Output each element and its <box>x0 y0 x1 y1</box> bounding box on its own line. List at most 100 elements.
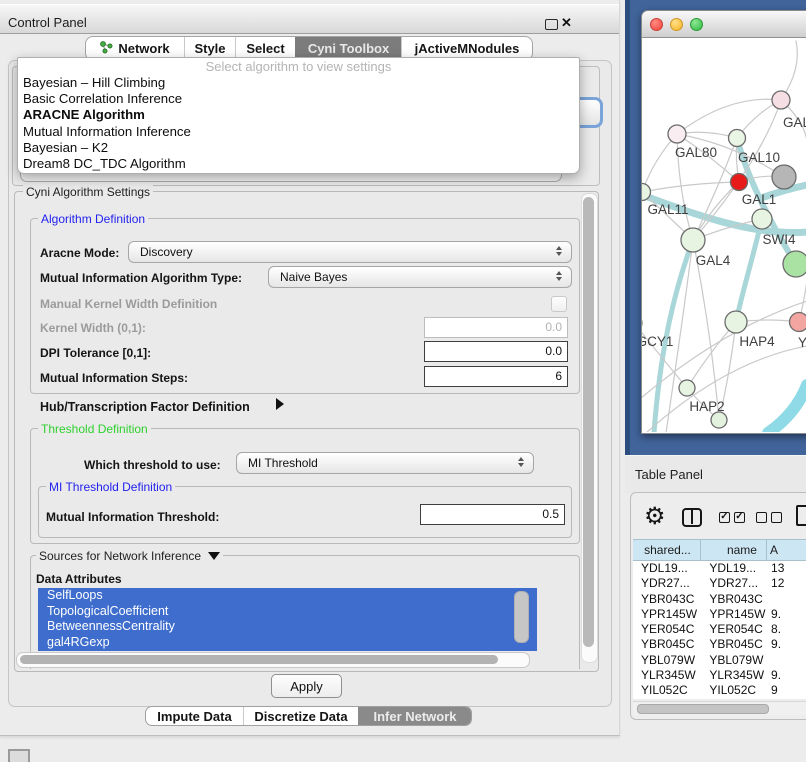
dpi-tolerance-field[interactable]: 0.0 <box>424 341 568 362</box>
network-edge[interactable] <box>642 182 739 192</box>
settings-horizontal-scrollbar-thumb[interactable] <box>20 655 498 664</box>
network-edge[interactable] <box>642 134 677 192</box>
algorithm-option[interactable]: ARACNE Algorithm <box>18 107 579 123</box>
table-row[interactable]: YPR145WYPR145W9. <box>633 607 806 622</box>
which-threshold-combobox[interactable]: MI Threshold <box>236 452 534 474</box>
table-row[interactable]: YLR345WYLR345W9. <box>633 668 806 683</box>
table-cell: YBR043C <box>633 592 701 607</box>
data-attribute-item[interactable]: gal4RGexp <box>38 635 537 651</box>
network-node-label: HAP2 <box>689 399 724 414</box>
list-scrollbar-thumb[interactable] <box>514 591 529 643</box>
table-row[interactable]: YIL052CYIL052C9 <box>633 683 806 698</box>
mi-threshold-field[interactable]: 0.5 <box>420 504 565 525</box>
table-panel: ⚙ ✓ ✓ shared...nameA YDL19...YDL19...13Y… <box>630 492 806 720</box>
table-horizontal-scrollbar[interactable] <box>633 701 806 715</box>
network-canvas[interactable]: GAL2GAL80GAL10GAL1GAL11SWI4GAL4GCY1HAP4Y… <box>642 38 806 432</box>
zoom-traffic-light-icon[interactable] <box>690 18 703 31</box>
data-attribute-item[interactable]: BetweennessCentrality <box>38 619 537 635</box>
algorithm-option[interactable]: Basic Correlation Inference <box>18 91 579 107</box>
combo-value: MI Threshold <box>248 456 318 470</box>
data-attribute-item[interactable]: SelfLoops <box>38 588 537 604</box>
table-cell: 9. <box>768 668 806 683</box>
close-traffic-light-icon[interactable] <box>650 18 663 31</box>
table-body: YDL19...YDL19...13YDR27...YDR27...12YBR0… <box>633 561 806 699</box>
network-node[interactable] <box>772 91 790 109</box>
table-column-header[interactable]: name <box>701 539 767 561</box>
table-cell <box>768 653 806 668</box>
mi-type-combobox[interactable]: Naive Bayes <box>268 266 572 288</box>
network-node[interactable] <box>752 209 772 229</box>
aracne-mode-label: Aracne Mode: <box>40 246 119 260</box>
network-node[interactable] <box>711 412 727 428</box>
table-row[interactable]: YER054CYER054C8. <box>633 622 806 637</box>
tab-infer-network[interactable]: Infer Network <box>358 707 471 725</box>
network-node-label: Y <box>798 335 806 350</box>
mi-steps-label: Mutual Information Steps: <box>40 371 188 385</box>
group-title: Sources for Network Inference <box>36 549 223 563</box>
settings-vertical-scrollbar-thumb[interactable] <box>583 197 594 647</box>
docked-panel-icon[interactable] <box>8 749 30 762</box>
checked-checkbox-icon[interactable]: ✓ <box>719 512 730 523</box>
table-cell: YBL079W <box>701 653 768 668</box>
network-node[interactable] <box>790 313 806 332</box>
document-icon[interactable] <box>796 505 806 526</box>
data-attributes-list[interactable]: SelfLoopsTopologicalCoefficientBetweenne… <box>38 588 537 651</box>
collapse-arrow-icon[interactable] <box>208 552 220 560</box>
table-row[interactable]: YBL079WYBL079W <box>633 653 806 668</box>
table-cell: YPR145W <box>633 607 701 622</box>
table-column-header[interactable]: A <box>767 539 806 561</box>
network-edge[interactable] <box>736 219 762 322</box>
table-column-header[interactable]: shared... <box>633 539 701 561</box>
table-row[interactable]: YDL19...YDL19...13 <box>633 561 806 576</box>
algorithm-option[interactable]: Bayesian – K2 <box>18 140 579 156</box>
algorithm-option[interactable]: Bayesian – Hill Climbing <box>18 75 579 91</box>
network-node[interactable] <box>729 130 746 147</box>
node-table: shared...nameA YDL19...YDL19...13YDR27..… <box>633 539 806 699</box>
algorithm-option[interactable]: Mutual Information Inference <box>18 124 579 140</box>
kernel-width-label: Kernel Width (0,1): <box>40 321 146 335</box>
network-node[interactable] <box>731 174 748 191</box>
table-row[interactable]: YDR27...YDR27...12 <box>633 576 806 591</box>
expand-arrow-icon[interactable] <box>276 398 284 410</box>
table-row[interactable]: YBR045CYBR045C9. <box>633 637 806 652</box>
apply-button[interactable]: Apply <box>271 674 342 698</box>
unchecked-checkbox-icon[interactable] <box>771 512 782 523</box>
columns-icon[interactable] <box>682 508 702 527</box>
checked-checkbox-icon[interactable]: ✓ <box>734 512 745 523</box>
close-icon[interactable]: ✕ <box>561 15 572 31</box>
combo-value: Discovery <box>140 245 193 259</box>
network-node[interactable] <box>668 125 686 143</box>
kernel-width-field[interactable]: 0.0 <box>424 317 568 338</box>
table-cell: YLR345W <box>701 668 768 683</box>
network-window-titlebar[interactable] <box>642 11 806 38</box>
table-panel-title: Table Panel <box>635 467 703 482</box>
tab-label: Network <box>118 41 169 56</box>
table-cell: YBR045C <box>633 637 701 652</box>
mi-steps-field[interactable]: 6 <box>424 366 568 387</box>
manual-kernel-checkbox[interactable] <box>551 296 567 312</box>
network-edge[interactable] <box>677 99 781 134</box>
minimize-traffic-light-icon[interactable] <box>670 18 683 31</box>
float-window-icon[interactable] <box>545 19 558 30</box>
gear-icon[interactable]: ⚙ <box>644 504 666 528</box>
table-horizontal-scrollbar-thumb[interactable] <box>637 704 769 714</box>
table-cell: YBR043C <box>701 592 768 607</box>
data-attribute-item[interactable]: TopologicalCoefficient <box>38 604 537 620</box>
aracne-mode-combobox[interactable]: Discovery <box>128 241 572 263</box>
network-node[interactable] <box>772 165 796 189</box>
network-edge[interactable] <box>768 385 806 432</box>
table-cell: YDL19... <box>633 561 701 576</box>
tab-impute-data[interactable]: Impute Data <box>146 707 243 725</box>
unchecked-checkbox-icon[interactable] <box>756 512 767 523</box>
tab-discretize-data[interactable]: Discretize Data <box>243 707 358 725</box>
network-node[interactable] <box>681 228 705 252</box>
network-node[interactable] <box>679 380 695 396</box>
network-node-label: GCY1 <box>642 334 673 349</box>
algorithm-option[interactable]: Dream8 DC_TDC Algorithm <box>18 156 579 172</box>
network-window[interactable]: GAL2GAL80GAL10GAL1GAL11SWI4GAL4GCY1HAP4Y… <box>641 10 806 434</box>
group-title: Cyni Algorithm Settings <box>23 185 153 199</box>
table-row[interactable]: YBR043CYBR043C <box>633 592 806 607</box>
network-node[interactable] <box>725 311 747 333</box>
network-node[interactable] <box>783 251 806 277</box>
network-node-label: GAL11 <box>647 202 688 217</box>
